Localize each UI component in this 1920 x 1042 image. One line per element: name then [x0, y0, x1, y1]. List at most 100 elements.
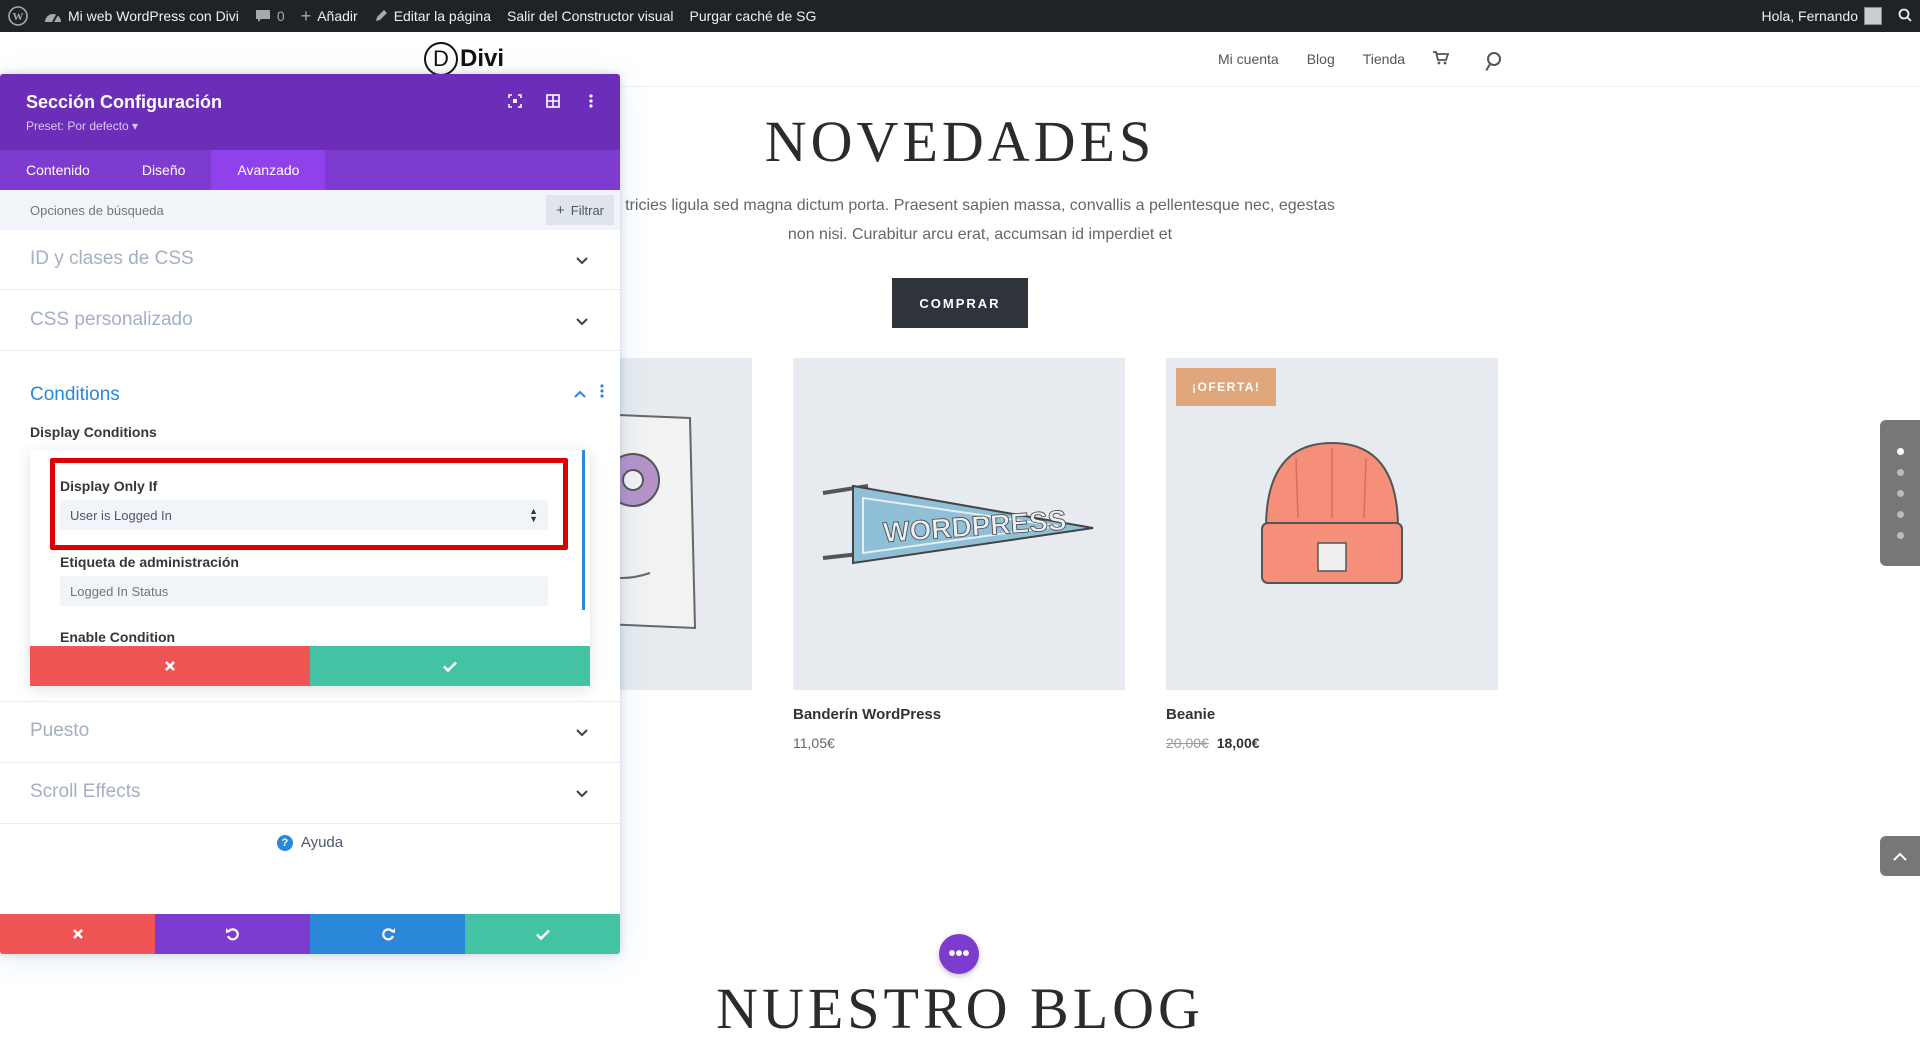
preset-selector[interactable]: Preset: Por defecto ▾ [26, 119, 138, 133]
product-card[interactable]: WORDPRESS Banderín WordPress 11,05€ [793, 358, 1125, 751]
old-price: 20,00€ [1166, 735, 1209, 751]
columns-icon[interactable] [546, 94, 560, 108]
tab-avanzado[interactable]: Avanzado [211, 150, 326, 190]
wordpress-logo-icon[interactable]: W [0, 0, 36, 32]
chevron-up-icon [1893, 852, 1907, 861]
chevron-down-icon [576, 724, 588, 740]
chevron-down-icon [576, 313, 588, 329]
toggle-position[interactable]: Puesto [0, 701, 620, 763]
add-new-link[interactable]: + Añadir [293, 0, 366, 32]
section-dot[interactable] [1896, 531, 1904, 539]
back-to-top-button[interactable] [1880, 836, 1920, 876]
more-options-icon[interactable] [584, 94, 598, 108]
admin-label-input[interactable] [60, 576, 548, 606]
select-arrows-icon: ▲ ▼ [529, 506, 538, 524]
tab-diseno[interactable]: Diseño [116, 150, 212, 190]
site-name-label: Mi web WordPress con Divi [68, 8, 239, 24]
modal-header: Sección Configuración Preset: Por defect… [0, 74, 620, 150]
toggle-css-id-classes[interactable]: ID y clases de CSS [0, 230, 620, 290]
toggle-label: Scroll Effects [30, 781, 141, 802]
dashboard-icon [44, 9, 62, 23]
product-image[interactable]: WORDPRESS [793, 358, 1125, 690]
plus-icon: + [556, 201, 565, 219]
edit-page-label: Editar la página [393, 8, 491, 24]
sale-badge: ¡OFERTA! [1176, 368, 1277, 406]
nav-mi-cuenta[interactable]: Mi cuenta [1218, 51, 1279, 67]
site-logo[interactable]: D Divi [424, 42, 504, 76]
options-search-input[interactable] [30, 202, 330, 218]
exit-visual-builder-link[interactable]: Salir del Constructor visual [499, 0, 682, 32]
toggle-scroll-effects[interactable]: Scroll Effects [0, 763, 620, 824]
sale-price: 18,00€ [1216, 735, 1260, 751]
purge-cache-label: Purgar caché de SG [689, 8, 817, 24]
builder-menu-button[interactable]: ••• [939, 934, 979, 974]
chevron-down-icon [576, 785, 588, 801]
toggle-label: CSS personalizado [30, 309, 193, 330]
nav-blog[interactable]: Blog [1307, 51, 1335, 67]
comprar-button[interactable]: COMPRAR [892, 278, 1028, 328]
help-link[interactable]: ? Ayuda [0, 834, 620, 851]
save-button[interactable] [465, 914, 620, 954]
toggle-label: Puesto [30, 720, 90, 741]
undo-button[interactable] [155, 914, 310, 954]
comments-link[interactable]: 0 [247, 0, 293, 32]
search-icon [1898, 8, 1912, 25]
section-dot[interactable] [1896, 468, 1904, 476]
select-value: User is Logged In [70, 507, 172, 523]
adminbar-search[interactable] [1890, 0, 1920, 32]
exit-builder-label: Salir del Constructor visual [506, 8, 674, 24]
description-line-1: tricies ligula sed magna dictum porta. P… [625, 197, 1335, 214]
redo-icon [381, 928, 395, 941]
section-dot[interactable] [1896, 510, 1904, 518]
product-card[interactable]: ¡OFERTA! Beanie 20,00€ 18,00€ [1166, 358, 1498, 751]
purge-cache-link[interactable]: Purgar caché de SG [682, 0, 825, 32]
tab-contenido[interactable]: Contenido [0, 150, 116, 190]
conditions-options-icon[interactable] [600, 384, 604, 403]
admin-label-label: Etiqueta de administración [60, 554, 239, 570]
display-only-if-label: Display Only If [60, 478, 158, 494]
product-name[interactable]: Banderín WordPress [793, 706, 1125, 723]
section-dot-navigation [1880, 420, 1920, 566]
pencil-icon [374, 9, 388, 23]
save-condition-button[interactable] [310, 646, 590, 686]
product-image[interactable]: ¡OFERTA! [1166, 358, 1498, 690]
filter-button[interactable]: + Filtrar [546, 195, 614, 225]
toggle-custom-css[interactable]: CSS personalizado [0, 290, 620, 351]
product-name[interactable]: Beanie [1166, 706, 1498, 723]
comments-count: 0 [276, 8, 285, 24]
modal-header-actions [508, 94, 598, 108]
toggle-label[interactable]: Conditions [30, 384, 120, 406]
nav-tienda[interactable]: Tienda [1363, 51, 1405, 67]
enable-condition-label: Enable Condition [60, 629, 176, 645]
help-icon: ? [276, 834, 293, 851]
expand-icon[interactable] [508, 94, 522, 108]
close-icon [72, 929, 83, 939]
search-icon[interactable] [1487, 52, 1502, 66]
avatar [1864, 7, 1882, 25]
greeting-label: Hola, Fernando [1761, 8, 1858, 24]
product-price: 11,05€ [793, 735, 1125, 751]
site-name-link[interactable]: Mi web WordPress con Divi [36, 0, 247, 32]
display-only-if-select[interactable]: User is Logged In ▲ ▼ [60, 500, 548, 530]
section-title: NOVEDADES [764, 109, 1156, 174]
cart-icon[interactable] [1433, 50, 1450, 68]
svg-text:W: W [13, 11, 24, 23]
chevron-down-icon [576, 252, 588, 268]
chevron-up-icon[interactable] [574, 385, 586, 401]
filter-label: Filtrar [570, 202, 604, 218]
product-price: 20,00€ 18,00€ [1166, 735, 1498, 751]
section-dot[interactable] [1896, 489, 1904, 497]
redo-button[interactable] [310, 914, 465, 954]
price-value: 11,05€ [793, 735, 835, 751]
description-line-2: non nisi. Curabitur arcu erat, accumsan … [787, 226, 1173, 243]
check-icon [535, 929, 550, 940]
my-account-link[interactable]: Hola, Fernando [1753, 0, 1890, 32]
logo-mark: D [424, 42, 458, 76]
condition-editor-card: Display Only If User is Logged In ▲ ▼ Eti… [30, 450, 590, 686]
wp-admin-bar: W Mi web WordPress con Divi 0 + Añadir E… [0, 0, 1920, 32]
section-dot[interactable] [1896, 447, 1904, 455]
cancel-condition-button[interactable] [30, 646, 310, 686]
discard-button[interactable] [0, 914, 155, 954]
edit-page-link[interactable]: Editar la página [366, 0, 499, 32]
scrollbar[interactable] [582, 450, 585, 610]
